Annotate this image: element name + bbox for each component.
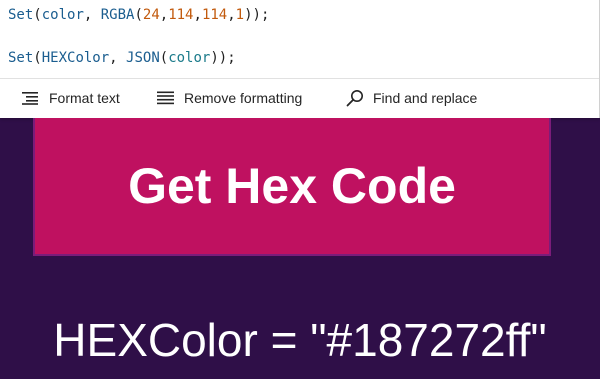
get-hex-code-button[interactable]: Get Hex Code bbox=[33, 118, 551, 256]
number-literal: 1 bbox=[235, 7, 245, 23]
number-literal: 24 bbox=[142, 7, 160, 23]
argument-separator: , bbox=[109, 50, 127, 66]
remove-formatting-button[interactable]: Remove formatting bbox=[157, 85, 302, 111]
get-hex-code-label: Get Hex Code bbox=[128, 158, 456, 214]
variable-name: color bbox=[168, 50, 211, 66]
open-paren: ( bbox=[134, 7, 143, 23]
remove-formatting-label: Remove formatting bbox=[184, 90, 303, 106]
format-text-label: Format text bbox=[49, 90, 120, 106]
open-paren: ( bbox=[33, 50, 42, 66]
formula-code-area[interactable]: Set(color, RGBA(24,114,114,1)); Set(HEXC… bbox=[0, 0, 600, 78]
open-paren: ( bbox=[159, 50, 169, 66]
close-parens: )); bbox=[210, 50, 236, 66]
search-icon bbox=[346, 90, 363, 107]
formula-line-2: Set(HEXColor, JSON(color)); bbox=[8, 48, 236, 68]
comma: , bbox=[193, 7, 202, 23]
formula-editor[interactable]: Set(color, RGBA(24,114,114,1)); Set(HEXC… bbox=[0, 0, 600, 118]
function-name: JSON bbox=[126, 50, 160, 66]
function-name: Set bbox=[8, 7, 34, 23]
format-text-button[interactable]: Format text bbox=[22, 85, 120, 111]
open-paren: ( bbox=[33, 7, 42, 23]
formula-toolbar: Format text Remove formatting Find and r… bbox=[0, 79, 599, 118]
argument-separator: , bbox=[83, 7, 101, 23]
number-literal: 114 bbox=[168, 7, 194, 23]
formula-line-1: Set(color, RGBA(24,114,114,1)); bbox=[8, 5, 269, 25]
find-replace-button[interactable]: Find and replace bbox=[346, 85, 477, 111]
close-parens: )); bbox=[244, 7, 270, 23]
remove-formatting-icon bbox=[157, 91, 174, 105]
format-text-icon bbox=[22, 92, 38, 105]
number-literal: 114 bbox=[201, 7, 228, 23]
function-name: RGBA bbox=[100, 7, 135, 23]
comma: , bbox=[159, 7, 169, 23]
find-replace-label: Find and replace bbox=[373, 90, 478, 106]
hex-color-result-label: HEXColor = "#187272ff" bbox=[53, 314, 547, 366]
comma: , bbox=[227, 7, 236, 23]
variable-name: HEXColor bbox=[41, 50, 110, 66]
function-name: Set bbox=[8, 50, 34, 66]
variable-name: color bbox=[41, 7, 84, 23]
